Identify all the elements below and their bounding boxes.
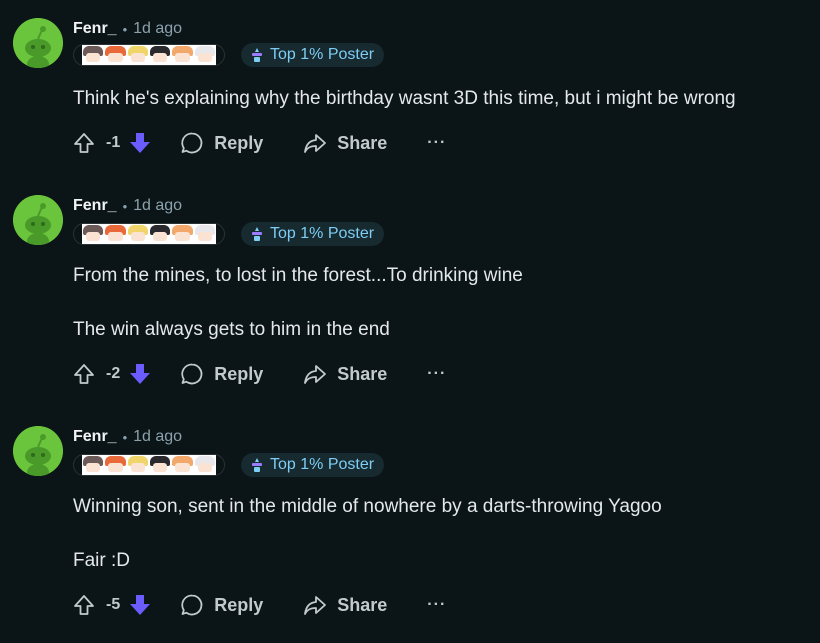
downvote-button[interactable] (128, 362, 152, 386)
flair-row: Top 1% Poster (73, 453, 385, 477)
comment-actions: -1 Reply Share ··· (73, 128, 446, 158)
share-button[interactable]: Share (303, 131, 387, 155)
share-button[interactable]: Share (303, 362, 387, 386)
meta-separator: • (122, 21, 128, 37)
comment-body-line: The win always gets to him in the end (73, 319, 390, 340)
user-flair-image (73, 454, 225, 476)
share-label: Share (337, 363, 388, 384)
reply-button[interactable]: Reply (180, 362, 263, 386)
comment-bubble-icon (181, 363, 203, 385)
share-arrow-icon (304, 134, 327, 153)
author-name[interactable]: Fenr_ (73, 20, 117, 38)
share-label: Share (337, 132, 388, 153)
upvote-arrow-icon (74, 364, 94, 384)
reply-button[interactable]: Reply (180, 131, 263, 155)
top-poster-badge[interactable]: Top 1% Poster (241, 43, 385, 67)
user-avatar[interactable] (13, 18, 63, 68)
snoo-avatar-icon (13, 18, 63, 68)
downvote-button[interactable] (128, 131, 152, 155)
comment-body-line: From the mines, to lost in the forest...… (73, 265, 523, 286)
comment-body-line: Winning son, sent in the middle of nowhe… (73, 496, 662, 517)
reply-button[interactable]: Reply (180, 593, 263, 617)
badge-label: Top 1% Poster (270, 456, 375, 473)
upvote-button[interactable] (73, 363, 95, 385)
comment-bubble-icon (181, 594, 203, 616)
comment-meta: Fenr_ • 1d ago (73, 426, 182, 448)
downvote-arrow-icon (130, 133, 151, 153)
comment-bubble-icon (181, 132, 203, 154)
comment-actions: -5 Reply Share ··· (73, 590, 446, 620)
upvote-button[interactable] (73, 594, 95, 616)
downvote-arrow-icon (130, 595, 151, 615)
author-name[interactable]: Fenr_ (73, 197, 117, 215)
share-button[interactable]: Share (303, 593, 387, 617)
snoo-avatar-icon (13, 426, 63, 476)
vote-score: -5 (106, 596, 121, 613)
share-label: Share (337, 594, 388, 615)
upvote-arrow-icon (74, 595, 94, 615)
comment-actions: -2 Reply Share ··· (73, 359, 446, 389)
more-options-button[interactable]: ··· (427, 134, 446, 152)
upvote-arrow-icon (74, 133, 94, 153)
more-options-button[interactable]: ··· (427, 596, 446, 614)
comment-thread: Fenr_ • 1d ago Top 1% Poster Think he's … (0, 0, 820, 643)
top-poster-badge[interactable]: Top 1% Poster (241, 222, 385, 246)
top-poster-badge[interactable]: Top 1% Poster (241, 453, 385, 477)
vote-score: -1 (106, 134, 121, 151)
top-poster-badge-icon (249, 47, 265, 63)
snoo-avatar-icon (13, 195, 63, 245)
more-options-button[interactable]: ··· (427, 365, 446, 383)
flair-row: Top 1% Poster (73, 222, 385, 246)
comment-meta: Fenr_ • 1d ago (73, 195, 182, 217)
downvote-arrow-icon (130, 364, 151, 384)
user-flair-image (73, 223, 225, 245)
share-arrow-icon (304, 365, 327, 384)
comment-body-line: Fair :D (73, 550, 130, 571)
reply-label: Reply (214, 363, 264, 384)
badge-label: Top 1% Poster (270, 225, 375, 242)
share-arrow-icon (304, 596, 327, 615)
badge-label: Top 1% Poster (270, 46, 375, 63)
comment-timestamp[interactable]: 1d ago (133, 428, 182, 446)
comment-timestamp[interactable]: 1d ago (133, 197, 182, 215)
top-poster-badge-icon (249, 226, 265, 242)
user-avatar[interactable] (13, 426, 63, 476)
top-poster-badge-icon (249, 457, 265, 473)
meta-separator: • (122, 198, 128, 214)
author-name[interactable]: Fenr_ (73, 428, 117, 446)
meta-separator: • (122, 429, 128, 445)
reply-label: Reply (214, 132, 264, 153)
vote-score: -2 (106, 365, 121, 382)
comment-meta: Fenr_ • 1d ago (73, 18, 182, 40)
comment-timestamp[interactable]: 1d ago (133, 20, 182, 38)
flair-row: Top 1% Poster (73, 43, 385, 67)
user-avatar[interactable] (13, 195, 63, 245)
reply-label: Reply (214, 594, 264, 615)
downvote-button[interactable] (128, 593, 152, 617)
upvote-button[interactable] (73, 132, 95, 154)
comment-body-line: Think he's explaining why the birthday w… (73, 88, 736, 109)
user-flair-image (73, 44, 225, 66)
